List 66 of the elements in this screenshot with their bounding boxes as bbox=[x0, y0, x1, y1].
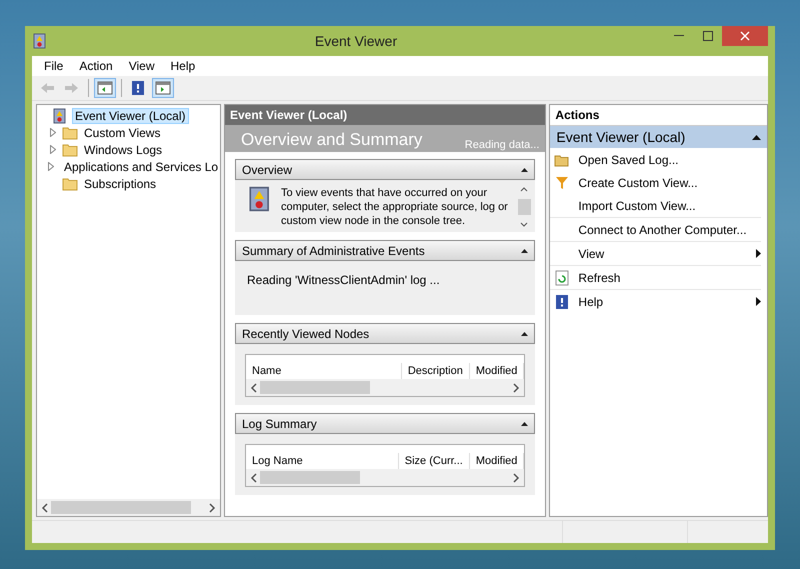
toolbar-button[interactable] bbox=[152, 78, 174, 98]
scroll-left-icon[interactable] bbox=[41, 502, 49, 512]
scroll-right-icon[interactable] bbox=[512, 382, 520, 392]
help-icon bbox=[130, 80, 146, 96]
section-title: Log Summary bbox=[242, 416, 317, 430]
collapse-arrow-icon[interactable] bbox=[521, 248, 528, 252]
folder-icon bbox=[62, 176, 78, 190]
command-item[interactable]: Refresh bbox=[578, 270, 761, 284]
command-item[interactable]: Create Custom View... bbox=[578, 176, 761, 190]
pane-toggle-icon bbox=[97, 80, 113, 96]
pane-header: Event Viewer (Local) bbox=[225, 105, 546, 125]
scroll-down-icon[interactable] bbox=[520, 222, 528, 228]
horizontal-scrollbar[interactable] bbox=[246, 469, 524, 486]
event-log-icon bbox=[52, 108, 68, 124]
refresh-icon bbox=[555, 270, 570, 286]
expand-arrow-icon[interactable] bbox=[48, 162, 54, 171]
folder-icon bbox=[62, 126, 78, 140]
help-icon bbox=[555, 294, 570, 310]
scroll-left-icon[interactable] bbox=[250, 382, 258, 392]
collapse-arrow-icon[interactable] bbox=[521, 332, 528, 336]
maximize-icon bbox=[702, 31, 712, 41]
close-icon bbox=[740, 31, 750, 41]
section-title: Recently Viewed Nodes bbox=[242, 326, 370, 340]
command-item[interactable]: Import Custom View... bbox=[578, 198, 761, 212]
scroll-right-icon[interactable] bbox=[512, 472, 520, 482]
menu-item[interactable]: Help bbox=[162, 59, 204, 73]
section-title: Summary of Administrative Events bbox=[242, 244, 425, 258]
command-item[interactable]: Open Saved Log... bbox=[578, 152, 761, 166]
toolbar-button[interactable] bbox=[94, 78, 116, 98]
command-item[interactable]: Help bbox=[578, 294, 748, 308]
app-icon bbox=[32, 33, 48, 49]
horizontal-scrollbar[interactable] bbox=[37, 499, 220, 516]
folder-icon bbox=[62, 142, 78, 156]
collapse-arrow-icon[interactable] bbox=[521, 168, 528, 172]
minimize-icon bbox=[674, 35, 684, 37]
close-button[interactable] bbox=[722, 26, 768, 46]
scroll-up-icon[interactable] bbox=[520, 186, 528, 192]
expand-arrow-icon[interactable] bbox=[50, 145, 56, 154]
overview-text: To view events that have occurred on your computer, select the appropriate source, log or custom view node in the console tree. bbox=[281, 186, 509, 228]
tree-item[interactable]: Custom Views bbox=[82, 126, 162, 140]
pane-toggle-icon bbox=[155, 80, 171, 96]
tree-item[interactable]: Event Viewer (Local) bbox=[72, 108, 188, 124]
command-item[interactable]: Connect to Another Computer... bbox=[578, 222, 761, 236]
menu-item[interactable]: View bbox=[120, 59, 162, 73]
scroll-left-icon[interactable] bbox=[250, 472, 258, 482]
expand-arrow-icon[interactable] bbox=[50, 128, 56, 137]
forward-arrow-icon bbox=[64, 80, 80, 96]
section-title: Overview bbox=[242, 162, 292, 176]
menu-item[interactable]: Action bbox=[71, 59, 121, 73]
tree-item[interactable]: Applications and Services Lo bbox=[62, 160, 220, 174]
page-title: Overview and Summary bbox=[241, 130, 422, 151]
loading-status: Reading data... bbox=[464, 139, 540, 152]
menu-item[interactable]: File bbox=[36, 59, 72, 73]
vertical-scrollbar[interactable] bbox=[517, 186, 532, 228]
scroll-right-icon[interactable] bbox=[208, 502, 216, 512]
tree-item[interactable]: Subscriptions bbox=[82, 176, 158, 190]
filter-icon bbox=[555, 176, 570, 190]
collapse-arrow-icon[interactable] bbox=[752, 134, 761, 140]
command-item[interactable]: View bbox=[578, 246, 748, 260]
horizontal-scrollbar[interactable] bbox=[246, 379, 524, 396]
tree-item[interactable]: Windows Logs bbox=[82, 142, 164, 156]
collapse-arrow-icon[interactable] bbox=[521, 422, 528, 426]
back-arrow-icon bbox=[39, 80, 55, 96]
folder-icon bbox=[554, 152, 570, 166]
window-title: Event Viewer bbox=[314, 33, 398, 49]
status-message: Reading 'WitnessClientAdmin' log ... bbox=[246, 272, 441, 289]
